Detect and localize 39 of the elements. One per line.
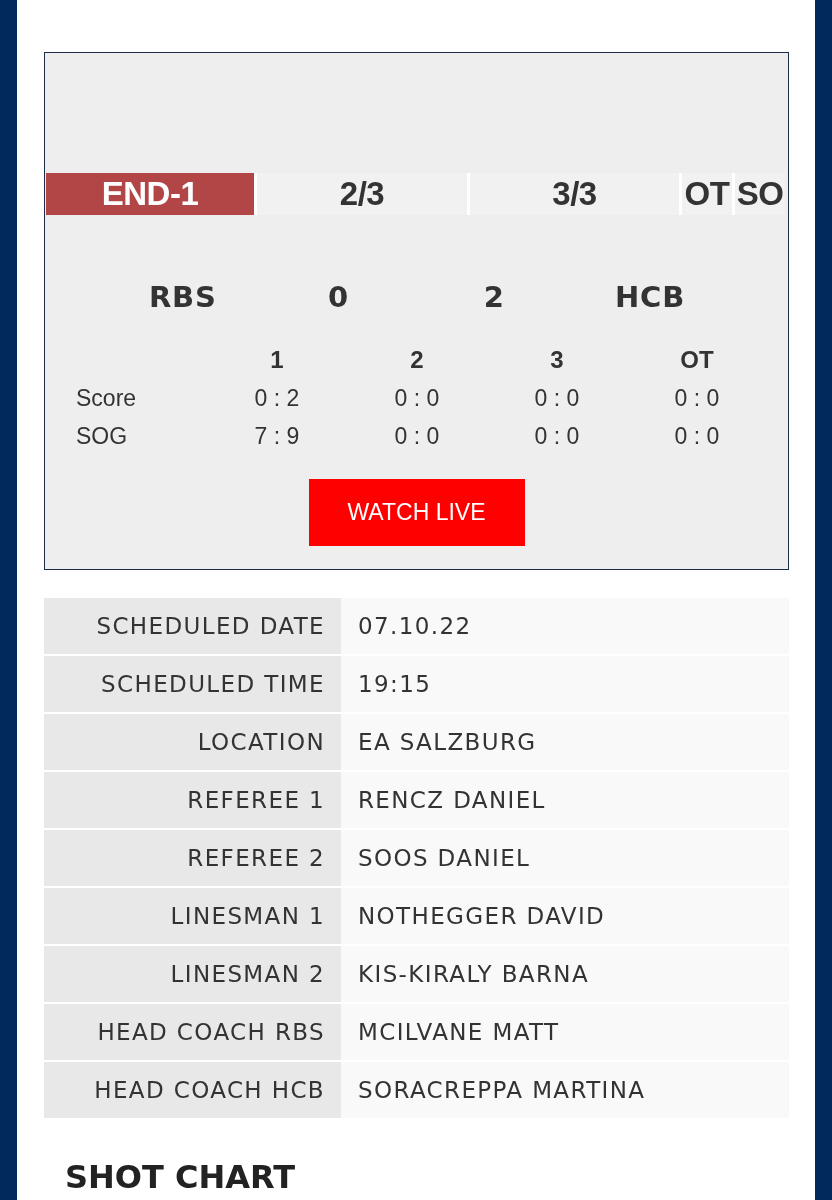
stat-value: 0 : 0 — [534, 383, 580, 413]
row-label: SOG — [76, 421, 128, 451]
info-label: LOCATION — [44, 714, 341, 770]
info-label: SCHEDULED TIME — [44, 656, 341, 712]
info-label: REFEREE 1 — [44, 772, 341, 828]
info-value: 19:15 — [341, 656, 789, 712]
info-label: SCHEDULED DATE — [44, 598, 341, 654]
period-tab[interactable]: END-1 — [46, 173, 254, 215]
info-value: SOOS DANIEL — [341, 830, 789, 886]
period-header: 2 — [410, 345, 424, 375]
team-score: 0 — [328, 280, 350, 314]
info-value: MCILVANE MATT — [341, 1004, 789, 1060]
row-label: Score — [76, 383, 137, 413]
stat-value: 0 : 0 — [674, 421, 720, 451]
stat-value: 0 : 0 — [534, 421, 580, 451]
stat-value: 7 : 9 — [254, 421, 300, 451]
stat-value: 0 : 0 — [394, 421, 440, 451]
info-value: 07.10.22 — [341, 598, 789, 654]
info-label: HEAD COACH RBS — [44, 1004, 341, 1060]
team-score: 2 — [483, 280, 505, 314]
info-value: EA SALZBURG — [341, 714, 789, 770]
team-name: RBS — [148, 280, 217, 314]
period-header: 3 — [550, 345, 564, 375]
info-label: LINESMAN 1 — [44, 888, 341, 944]
info-value: RENCZ DANIEL — [341, 772, 789, 828]
info-value: KIS-KIRALY BARNA — [341, 946, 789, 1002]
info-label: LINESMAN 2 — [44, 946, 341, 1002]
info-label: REFEREE 2 — [44, 830, 341, 886]
info-label: HEAD COACH HCB — [44, 1062, 341, 1118]
watch-live-button[interactable]: WATCH LIVE — [308, 479, 525, 546]
info-value: NOTHEGGER DAVID — [341, 888, 789, 944]
info-value: SORACREPPA MARTINA — [341, 1062, 789, 1118]
period-header: 1 — [270, 345, 284, 375]
stat-value: 0 : 0 — [394, 383, 440, 413]
stat-value: 0 : 0 — [674, 383, 720, 413]
period-header: OT — [680, 345, 714, 375]
section-heading: SHOT CHART — [65, 1158, 296, 1196]
team-name: HCB — [615, 280, 686, 314]
stat-value: 0 : 2 — [254, 383, 300, 413]
